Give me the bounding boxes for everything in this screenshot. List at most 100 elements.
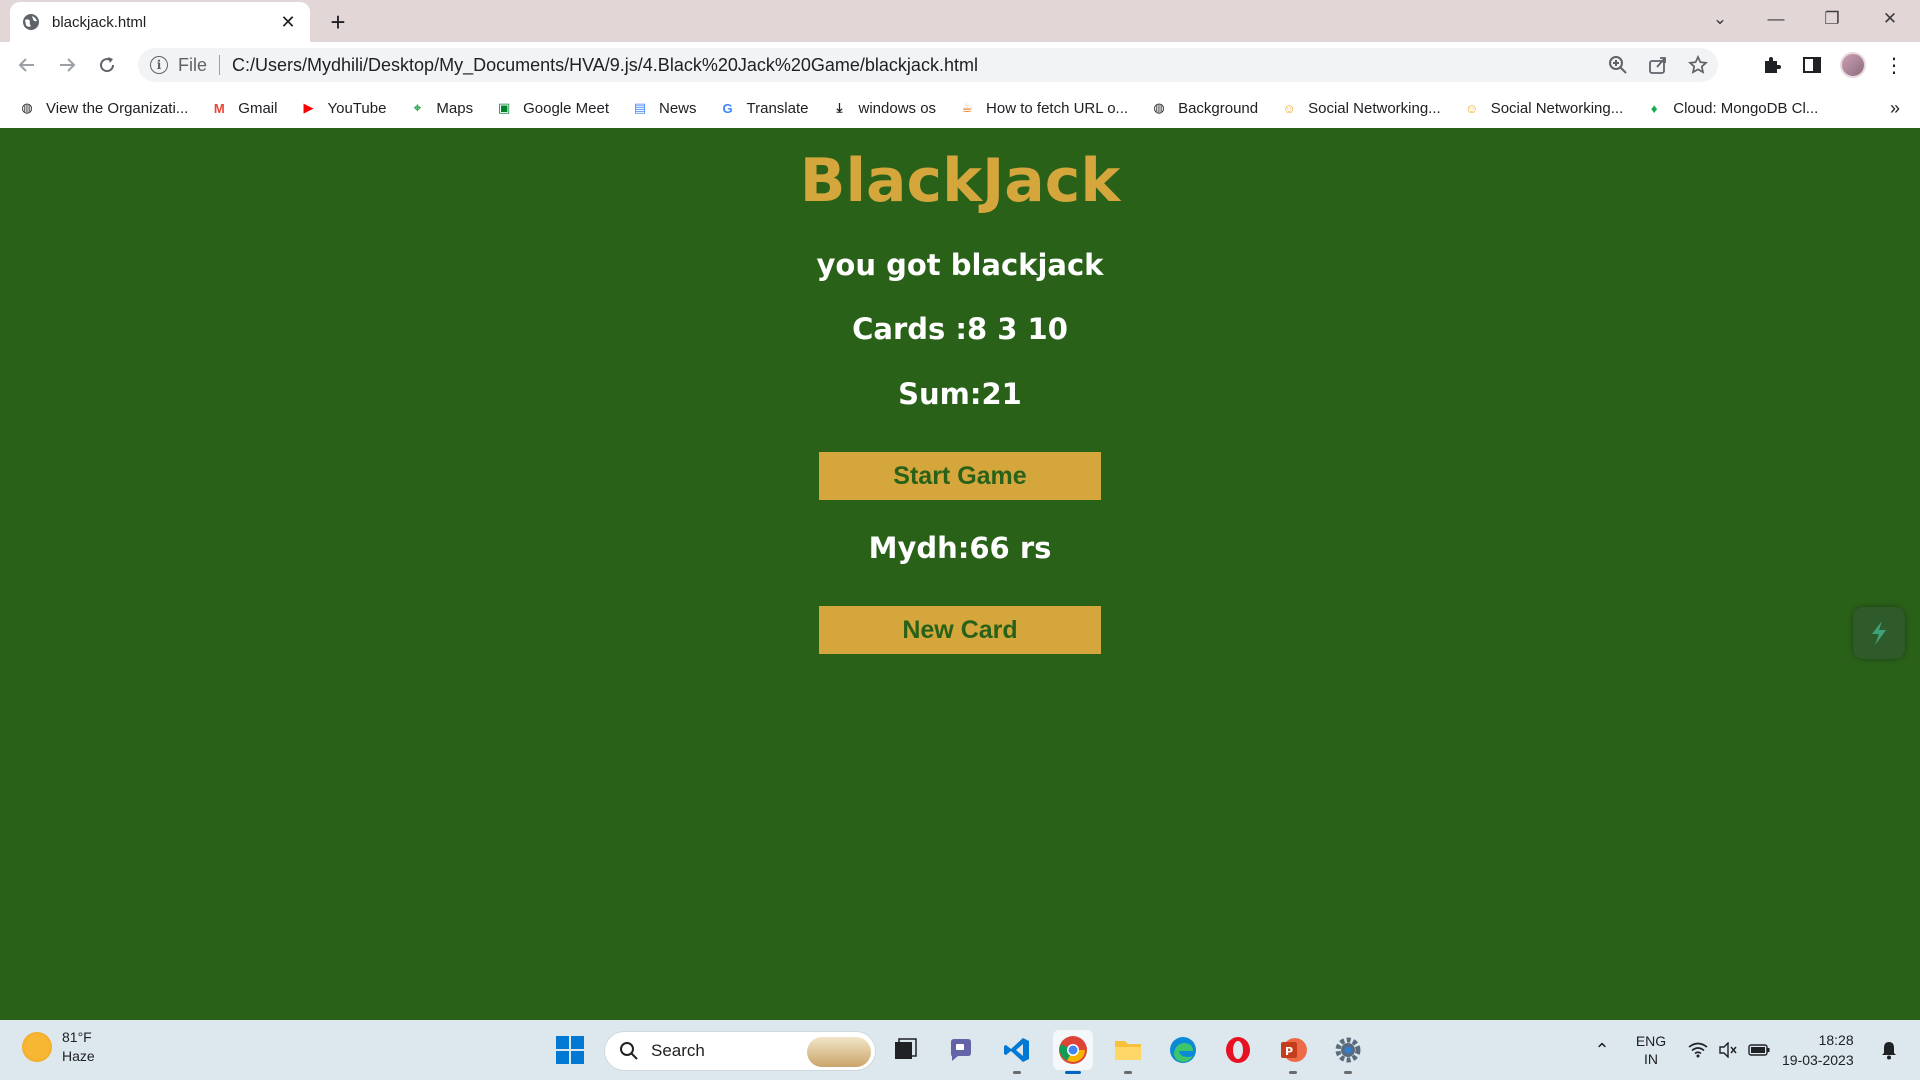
running-indicator xyxy=(1013,1071,1021,1074)
bookmark-item[interactable]: ◍ Background xyxy=(1150,99,1258,117)
extension-logo-icon xyxy=(1872,621,1886,645)
notification-bell-icon[interactable] xyxy=(1874,1020,1904,1080)
edge-button[interactable] xyxy=(1163,1030,1203,1070)
speaker-muted-icon[interactable] xyxy=(1714,1020,1742,1080)
player-display: Mydh:66 rs xyxy=(868,531,1052,565)
browser-toolbar: i File C:/Users/Mydhili/Desktop/My_Docum… xyxy=(0,42,1920,88)
bookmark-item[interactable]: ⌖ Maps xyxy=(408,99,473,117)
running-indicator xyxy=(1289,1071,1297,1074)
close-window-button[interactable]: ✕ xyxy=(1862,0,1918,38)
taskbar-search[interactable]: Search xyxy=(604,1031,876,1071)
edge-icon xyxy=(1170,1037,1196,1063)
forward-button[interactable] xyxy=(51,49,83,81)
bookmark-item[interactable]: M Gmail xyxy=(210,99,278,117)
opera-button[interactable] xyxy=(1218,1030,1258,1070)
show-hidden-icons-chevron[interactable]: ⌃ xyxy=(1588,1020,1616,1080)
search-icon xyxy=(620,1042,638,1060)
bookmark-label: View the Organizati... xyxy=(46,99,189,117)
folder-icon xyxy=(1115,1041,1141,1060)
weather-temp: 81°F xyxy=(62,1029,92,1045)
powerpoint-icon: P xyxy=(1281,1038,1307,1062)
close-tab-icon[interactable]: ✕ xyxy=(278,12,298,32)
vscode-button[interactable] xyxy=(997,1030,1037,1074)
powerpoint-button[interactable]: P xyxy=(1273,1030,1313,1074)
page-content: BlackJack you got blackjack Cards :8 3 1… xyxy=(0,128,1920,1020)
java-icon: ☕ xyxy=(961,100,973,115)
bookmark-label: Background xyxy=(1178,99,1259,117)
bookmark-label: Cloud: MongoDB Cl... xyxy=(1673,99,1819,117)
back-arrow-icon xyxy=(18,58,34,72)
floating-extension-button[interactable] xyxy=(1853,607,1905,659)
bookmark-item[interactable]: G Translate xyxy=(719,99,809,117)
settings-button[interactable] xyxy=(1328,1030,1368,1074)
bookmark-label: Google Meet xyxy=(523,99,609,117)
windows-taskbar: 81°F Haze Search P ⌃ ENG IN 18:28 19-03-… xyxy=(0,1020,1920,1080)
svg-text:P: P xyxy=(1285,1045,1293,1058)
bookmark-label: Translate xyxy=(746,99,809,117)
bookmark-item[interactable]: ☕ How to fetch URL o... xyxy=(958,99,1128,117)
restore-button[interactable]: ❐ xyxy=(1804,0,1860,38)
tab-title: blackjack.html xyxy=(52,13,147,31)
bookmark-item[interactable]: ▤ News xyxy=(631,99,697,117)
new-card-button[interactable]: New Card xyxy=(819,606,1101,654)
translate-icon: G xyxy=(722,100,733,116)
reload-button[interactable] xyxy=(91,49,123,81)
bookmark-item[interactable]: ▣ Google Meet xyxy=(495,99,609,117)
bookmarks-overflow-button[interactable]: » xyxy=(1890,88,1900,128)
bookmark-item[interactable]: ☺ Social Networking... xyxy=(1280,99,1441,117)
language-code: ENG xyxy=(1635,1033,1667,1049)
zoom-icon[interactable] xyxy=(1598,48,1638,82)
bookmark-item[interactable]: ⤓ windows os xyxy=(831,99,936,117)
start-button[interactable] xyxy=(550,1030,590,1070)
chrome-menu-icon[interactable]: ⋮ xyxy=(1878,49,1910,81)
game-title: BlackJack xyxy=(799,146,1121,216)
battery-icon[interactable] xyxy=(1744,1020,1774,1080)
bookmark-item[interactable]: ◍ View the Organizati... xyxy=(18,99,188,117)
language-indicator[interactable]: ENG IN xyxy=(1630,1020,1672,1080)
bookmark-label: News xyxy=(659,99,697,117)
share-icon[interactable] xyxy=(1638,48,1678,82)
tab-strip: blackjack.html ✕ + ⌄ — ❐ ✕ xyxy=(0,0,1920,42)
game-message: you got blackjack xyxy=(816,248,1104,282)
cards-display: Cards :8 3 10 xyxy=(852,312,1068,346)
chrome-icon xyxy=(1059,1036,1087,1064)
mongodb-icon: ♦ xyxy=(1650,100,1658,116)
bookmark-star-icon[interactable] xyxy=(1678,48,1718,82)
profile-avatar[interactable] xyxy=(1840,52,1866,78)
site-info-icon[interactable]: i xyxy=(150,56,168,74)
bookmark-item[interactable]: ♦ Cloud: MongoDB Cl... xyxy=(1645,99,1818,117)
globe-icon: ◍ xyxy=(21,100,33,115)
bookmark-label: Social Networking... xyxy=(1308,99,1441,117)
teams-chat-button[interactable] xyxy=(941,1030,981,1070)
start-game-button[interactable]: Start Game xyxy=(819,452,1101,500)
system-clock[interactable]: 18:28 19-03-2023 xyxy=(1782,1030,1854,1070)
globe-icon: ◍ xyxy=(1153,100,1165,115)
minimize-button[interactable]: — xyxy=(1748,0,1804,38)
bookmark-item[interactable]: ☺ Social Networking... xyxy=(1463,99,1623,117)
new-tab-button[interactable]: + xyxy=(322,6,354,38)
address-bar[interactable]: i File C:/Users/Mydhili/Desktop/My_Docum… xyxy=(138,48,1718,82)
extensions-puzzle-icon[interactable] xyxy=(1756,49,1788,81)
side-panel-icon[interactable] xyxy=(1796,49,1828,81)
bookmark-item[interactable]: ▶ YouTube xyxy=(299,99,386,117)
address-url[interactable]: C:/Users/Mydhili/Desktop/My_Documents/HV… xyxy=(232,55,1598,76)
address-scheme: File xyxy=(178,54,208,75)
wifi-icon[interactable] xyxy=(1684,1020,1712,1080)
browser-tab-active[interactable]: blackjack.html ✕ xyxy=(10,2,310,42)
weather-widget[interactable]: 81°F Haze xyxy=(22,1028,95,1066)
chrome-button[interactable] xyxy=(1053,1030,1093,1074)
file-explorer-button[interactable] xyxy=(1108,1030,1148,1074)
back-button[interactable] xyxy=(11,49,43,81)
social-icon: ☺ xyxy=(1282,100,1296,116)
tab-search-chevron-icon[interactable]: ⌄ xyxy=(1692,0,1748,38)
bookmark-label: Gmail xyxy=(238,99,278,117)
bookmark-label: YouTube xyxy=(327,99,387,117)
gmail-icon: M xyxy=(213,100,225,116)
vscode-icon xyxy=(1004,1038,1029,1062)
clock-date: 19-03-2023 xyxy=(1782,1052,1854,1068)
address-separator xyxy=(219,55,221,75)
task-view-button[interactable] xyxy=(885,1030,925,1070)
clock-time: 18:28 xyxy=(1818,1032,1854,1048)
task-view-icon xyxy=(895,1038,917,1059)
meet-icon: ▣ xyxy=(497,100,511,115)
